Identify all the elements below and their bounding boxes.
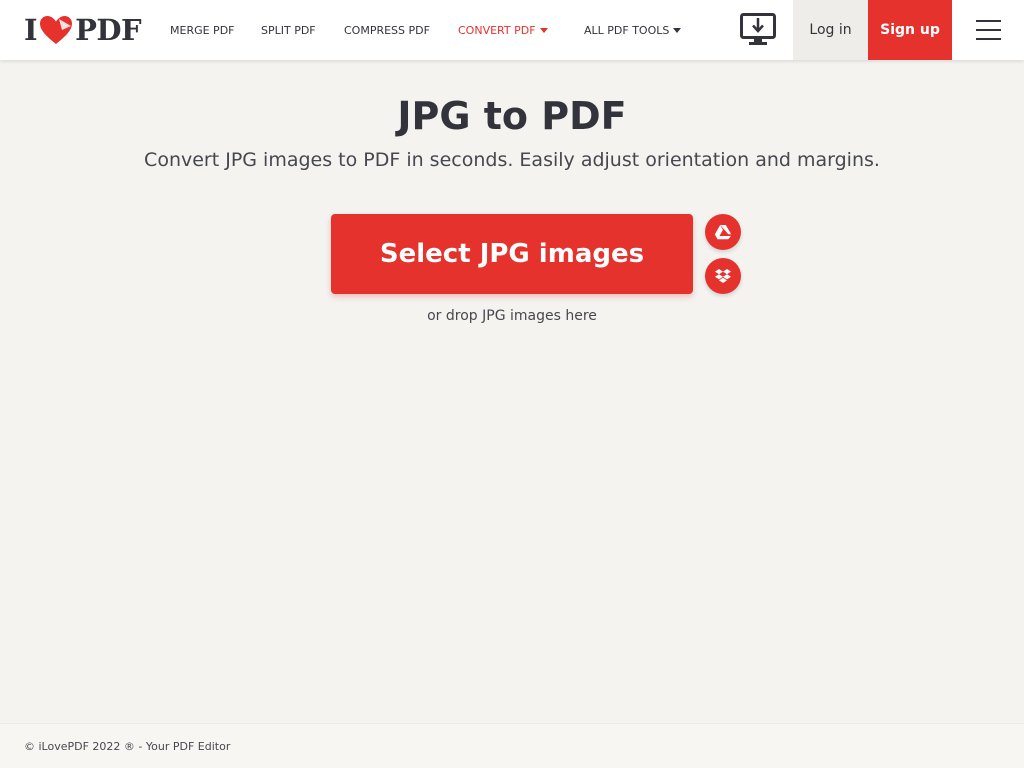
caret-down-icon xyxy=(539,27,548,33)
signup-button[interactable]: Sign up xyxy=(868,0,952,60)
nav-label: SPLIT PDF xyxy=(261,23,316,37)
nav-split-pdf[interactable]: SPLIT PDF xyxy=(261,0,316,60)
dropbox-icon xyxy=(715,268,731,283)
google-drive-icon xyxy=(714,225,732,240)
page-footer: © iLovePDF 2022 ® - Your PDF Editor xyxy=(0,723,1024,768)
nav-label: COMPRESS PDF xyxy=(344,23,430,37)
nav-merge-pdf[interactable]: MERGE PDF xyxy=(170,0,235,60)
desktop-download-icon[interactable] xyxy=(740,13,776,47)
footer-copyright: © iLovePDF 2022 ® - Your PDF Editor xyxy=(24,740,231,753)
page-title: JPG to PDF xyxy=(397,94,627,138)
nav-label: MERGE PDF xyxy=(170,23,235,37)
heart-icon xyxy=(40,16,73,44)
hamburger-menu-icon[interactable] xyxy=(976,20,1001,40)
page-subtitle: Convert JPG images to PDF in seconds. Ea… xyxy=(144,149,880,171)
login-button[interactable]: Log in xyxy=(793,0,868,60)
nav-label: ALL PDF TOOLS xyxy=(584,23,670,37)
nav-convert-pdf[interactable]: CONVERT PDF xyxy=(458,0,548,60)
drop-hint-text: or drop JPG images here xyxy=(427,308,597,324)
nav-label: CONVERT PDF xyxy=(458,23,536,37)
top-header: I PDF MERGE PDF SPLIT PDF COMPRESS PDF C… xyxy=(0,0,1024,60)
logo-letter-i: I xyxy=(24,13,38,47)
google-drive-button[interactable] xyxy=(705,214,741,250)
ilovepdf-logo[interactable]: I PDF xyxy=(24,13,142,47)
caret-down-icon xyxy=(673,27,682,33)
nav-compress-pdf[interactable]: COMPRESS PDF xyxy=(344,0,430,60)
logo-word-pdf: PDF xyxy=(75,13,142,47)
dropbox-button[interactable] xyxy=(705,258,741,294)
select-jpg-images-button[interactable]: Select JPG images xyxy=(331,214,693,294)
nav-all-pdf-tools[interactable]: ALL PDF TOOLS xyxy=(584,0,682,60)
